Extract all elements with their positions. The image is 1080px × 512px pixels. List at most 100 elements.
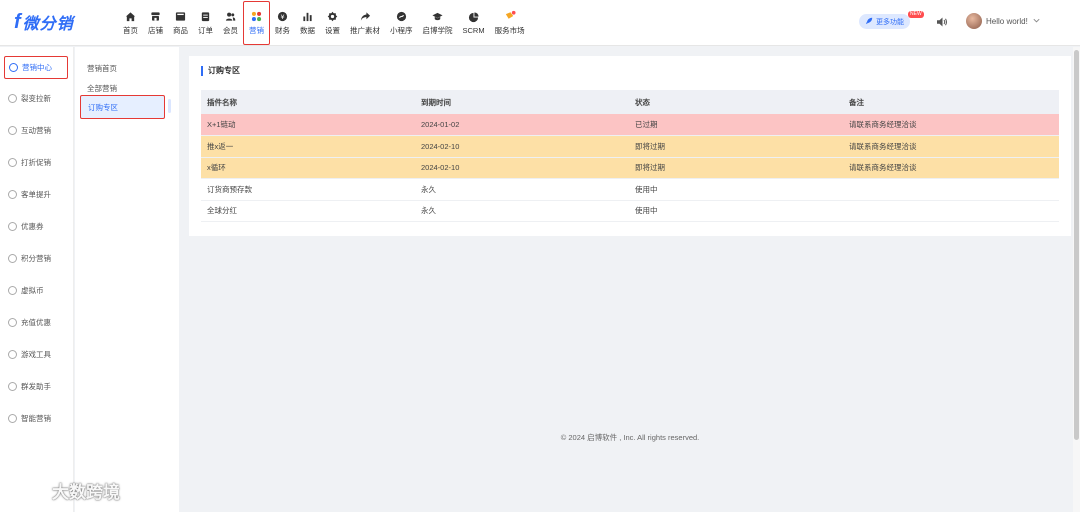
nav-label: 启博学院 bbox=[422, 26, 453, 35]
sidebar-item-label: 充值优惠 bbox=[21, 317, 51, 327]
sidebar-item-interactive[interactable]: 互动营销 bbox=[4, 120, 68, 140]
sidebar-item-recharge[interactable]: 充值优惠 bbox=[4, 312, 68, 332]
table-row: X+1链动 2024-01-02 已过期 请联系商务经理洽谈 bbox=[201, 114, 1059, 136]
goods-icon bbox=[175, 10, 187, 22]
finance-icon: ¥ bbox=[277, 10, 289, 22]
cell-expire-date: 2024-02-10 bbox=[421, 163, 460, 173]
sidebar-item-marketing-center[interactable]: 营销中心 bbox=[4, 56, 68, 79]
table-row: 推x返一 2024-02-10 即将过期 请联系商务经理洽谈 bbox=[201, 135, 1059, 157]
discount-icon bbox=[8, 157, 17, 167]
sidebar-item-coupon[interactable]: 优惠券 bbox=[4, 216, 68, 236]
top-bar: f 微分销 首页 店铺 商品 订单 会员 营销 ¥ 财务 数据 设置 推广素材 … bbox=[0, 0, 1080, 46]
home-icon bbox=[125, 10, 137, 22]
nav-item-scrm[interactable]: SCRM bbox=[458, 0, 490, 46]
sidebar-item-order-value[interactable]: 客单提升 bbox=[4, 184, 68, 204]
user-menu[interactable]: Hello world! bbox=[966, 13, 1041, 29]
main-nav: 首页 店铺 商品 订单 会员 营销 ¥ 财务 数据 设置 推广素材 小程序 启博… bbox=[118, 0, 530, 46]
order-icon bbox=[200, 10, 212, 22]
cell-plugin-name: X+1链动 bbox=[207, 120, 236, 129]
nav-item-miniprogram[interactable]: 小程序 bbox=[385, 0, 418, 46]
sidebar-item-label: 裂变拉新 bbox=[21, 93, 51, 103]
nav-item-order[interactable]: 订单 bbox=[193, 0, 218, 46]
cell-expire-date: 永久 bbox=[421, 184, 436, 194]
chevron-down-icon bbox=[1032, 16, 1041, 27]
subnav-item-marketing-home[interactable]: 营销首页 bbox=[87, 59, 117, 77]
sidebar-item-label: 客单提升 bbox=[21, 189, 51, 199]
nav-item-goods[interactable]: 商品 bbox=[168, 0, 193, 46]
sidebar-item-label: 智能营销 bbox=[21, 413, 51, 423]
watermark-text: 大数跨境 bbox=[52, 483, 120, 502]
column-header-expire-date: 到期时间 bbox=[421, 97, 451, 107]
watermark: 大数跨境 bbox=[8, 478, 120, 503]
app-logo[interactable]: f 微分销 bbox=[14, 10, 74, 34]
subnav-item-subscription-zone[interactable]: 订购专区 bbox=[80, 95, 165, 119]
table-row: 订货商预存款 永久 使用中 bbox=[201, 179, 1059, 200]
cell-status: 已过期 bbox=[635, 120, 658, 129]
fission-icon bbox=[8, 93, 17, 103]
sidebar-item-fission[interactable]: 裂变拉新 bbox=[4, 88, 68, 108]
nav-label: 财务 bbox=[275, 26, 290, 35]
nav-item-marketing[interactable]: 营销 bbox=[243, 1, 270, 45]
cell-note: 请联系商务经理洽谈 bbox=[849, 163, 917, 173]
cell-expire-date: 2024-02-10 bbox=[421, 141, 460, 151]
cell-plugin-name: 推x返一 bbox=[207, 141, 234, 151]
sidebar-item-label: 群发助手 bbox=[21, 381, 51, 391]
sidebar-item-label: 积分营销 bbox=[21, 253, 51, 263]
cell-plugin-name: x循环 bbox=[207, 163, 226, 173]
footer-copyright: © 2024 启博软件 , Inc. All rights reserved. bbox=[560, 433, 700, 442]
nav-label: 营销 bbox=[249, 26, 264, 35]
cell-status: 使用中 bbox=[635, 184, 658, 194]
scrollbar-thumb[interactable] bbox=[1074, 50, 1079, 440]
nav-item-service-market[interactable]: 服务市场 bbox=[490, 0, 530, 46]
plugin-table: 插件名称 到期时间 状态 备注 X+1链动 2024-01-02 已过期 请联系… bbox=[201, 90, 1059, 222]
more-features-button[interactable]: 更多功能 bbox=[859, 14, 910, 29]
nav-label: 订单 bbox=[198, 26, 213, 35]
svg-text:¥: ¥ bbox=[280, 12, 284, 20]
cell-status: 即将过期 bbox=[635, 163, 665, 173]
logo-mark: f bbox=[14, 10, 21, 33]
rocket-icon bbox=[865, 17, 873, 27]
nav-item-academy[interactable]: 启博学院 bbox=[418, 0, 458, 46]
scrm-icon bbox=[468, 11, 480, 23]
recharge-icon bbox=[8, 317, 17, 327]
sidebar-item-points[interactable]: 积分营销 bbox=[4, 248, 68, 268]
cell-plugin-name: 全球分红 bbox=[207, 206, 237, 216]
column-header-plugin-name: 插件名称 bbox=[207, 97, 237, 107]
avatar bbox=[966, 13, 982, 29]
nav-label: 数据 bbox=[300, 26, 315, 35]
broadcast-icon bbox=[8, 381, 17, 391]
primary-sidebar: 营销中心 裂变拉新 互动营销 打折促销 客单提升 优惠券 积分营销 虚拟币 充值… bbox=[0, 47, 74, 512]
games-icon bbox=[8, 349, 17, 359]
nav-item-home[interactable]: 首页 bbox=[118, 0, 143, 46]
sidebar-item-broadcast[interactable]: 群发助手 bbox=[4, 376, 68, 396]
more-features-label: 更多功能 bbox=[876, 18, 904, 26]
marketing-center-icon bbox=[9, 63, 18, 72]
nav-label: SCRM bbox=[462, 26, 485, 35]
nav-item-shop[interactable]: 店铺 bbox=[143, 0, 168, 46]
sidebar-item-label: 游戏工具 bbox=[21, 349, 51, 359]
new-badge: NEW bbox=[908, 11, 924, 18]
sidebar-item-smart-marketing[interactable]: 智能营销 bbox=[4, 408, 68, 428]
subnav-active-indicator bbox=[168, 99, 171, 113]
sidebar-item-games[interactable]: 游戏工具 bbox=[4, 344, 68, 364]
market-icon bbox=[504, 10, 516, 22]
speaker-icon[interactable] bbox=[936, 16, 948, 28]
cell-plugin-name: 订货商预存款 bbox=[207, 184, 252, 194]
sidebar-item-discount[interactable]: 打折促销 bbox=[4, 152, 68, 172]
nav-item-promo-material[interactable]: 推广素材 bbox=[345, 0, 385, 46]
sidebar-item-virtual-coin[interactable]: 虚拟币 bbox=[4, 280, 68, 300]
nav-item-finance[interactable]: ¥ 财务 bbox=[270, 0, 295, 46]
table-header-row: 插件名称 到期时间 状态 备注 bbox=[201, 90, 1059, 114]
column-header-note: 备注 bbox=[849, 97, 864, 107]
nav-item-member[interactable]: 会员 bbox=[218, 0, 243, 46]
nav-item-settings[interactable]: 设置 bbox=[320, 0, 345, 46]
shop-icon bbox=[150, 10, 162, 22]
nav-label: 商品 bbox=[173, 26, 188, 35]
nav-item-data[interactable]: 数据 bbox=[295, 0, 320, 46]
smart-marketing-icon bbox=[8, 413, 17, 423]
subscription-card: 订购专区 插件名称 到期时间 状态 备注 X+1链动 2024-01-02 已过… bbox=[189, 56, 1071, 236]
miniprogram-icon bbox=[395, 10, 407, 22]
virtual-coin-icon bbox=[8, 285, 17, 295]
nav-label: 设置 bbox=[325, 26, 340, 35]
page-title: 订购专区 bbox=[201, 66, 240, 76]
